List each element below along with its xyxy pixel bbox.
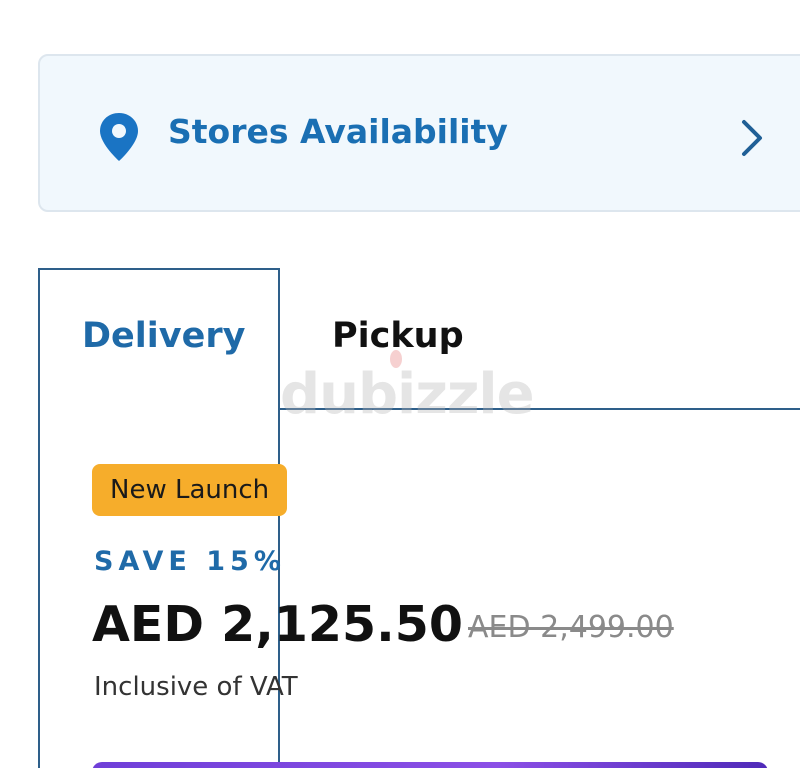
tab-bar-divider [278,408,800,410]
vat-note: Inclusive of VAT [94,672,298,702]
watermark-flame-icon [390,350,402,368]
add-to-cart-button[interactable] [92,762,768,768]
watermark: dubizzle [280,362,535,427]
product-purchase-panel: Stores Availability Delivery Pickup dubi… [0,0,800,768]
stores-availability-button[interactable]: Stores Availability [38,54,800,212]
original-price: AED 2,499.00 [468,610,674,645]
chevron-right-icon [742,120,762,156]
stores-availability-label: Stores Availability [168,112,508,151]
current-price: AED 2,125.50 [92,596,463,653]
tab-delivery[interactable]: Delivery [82,316,245,356]
location-pin-icon [100,113,138,161]
save-percentage: SAVE 15% [94,546,286,577]
content-panel-border [38,408,40,768]
new-launch-badge: New Launch [92,464,288,516]
